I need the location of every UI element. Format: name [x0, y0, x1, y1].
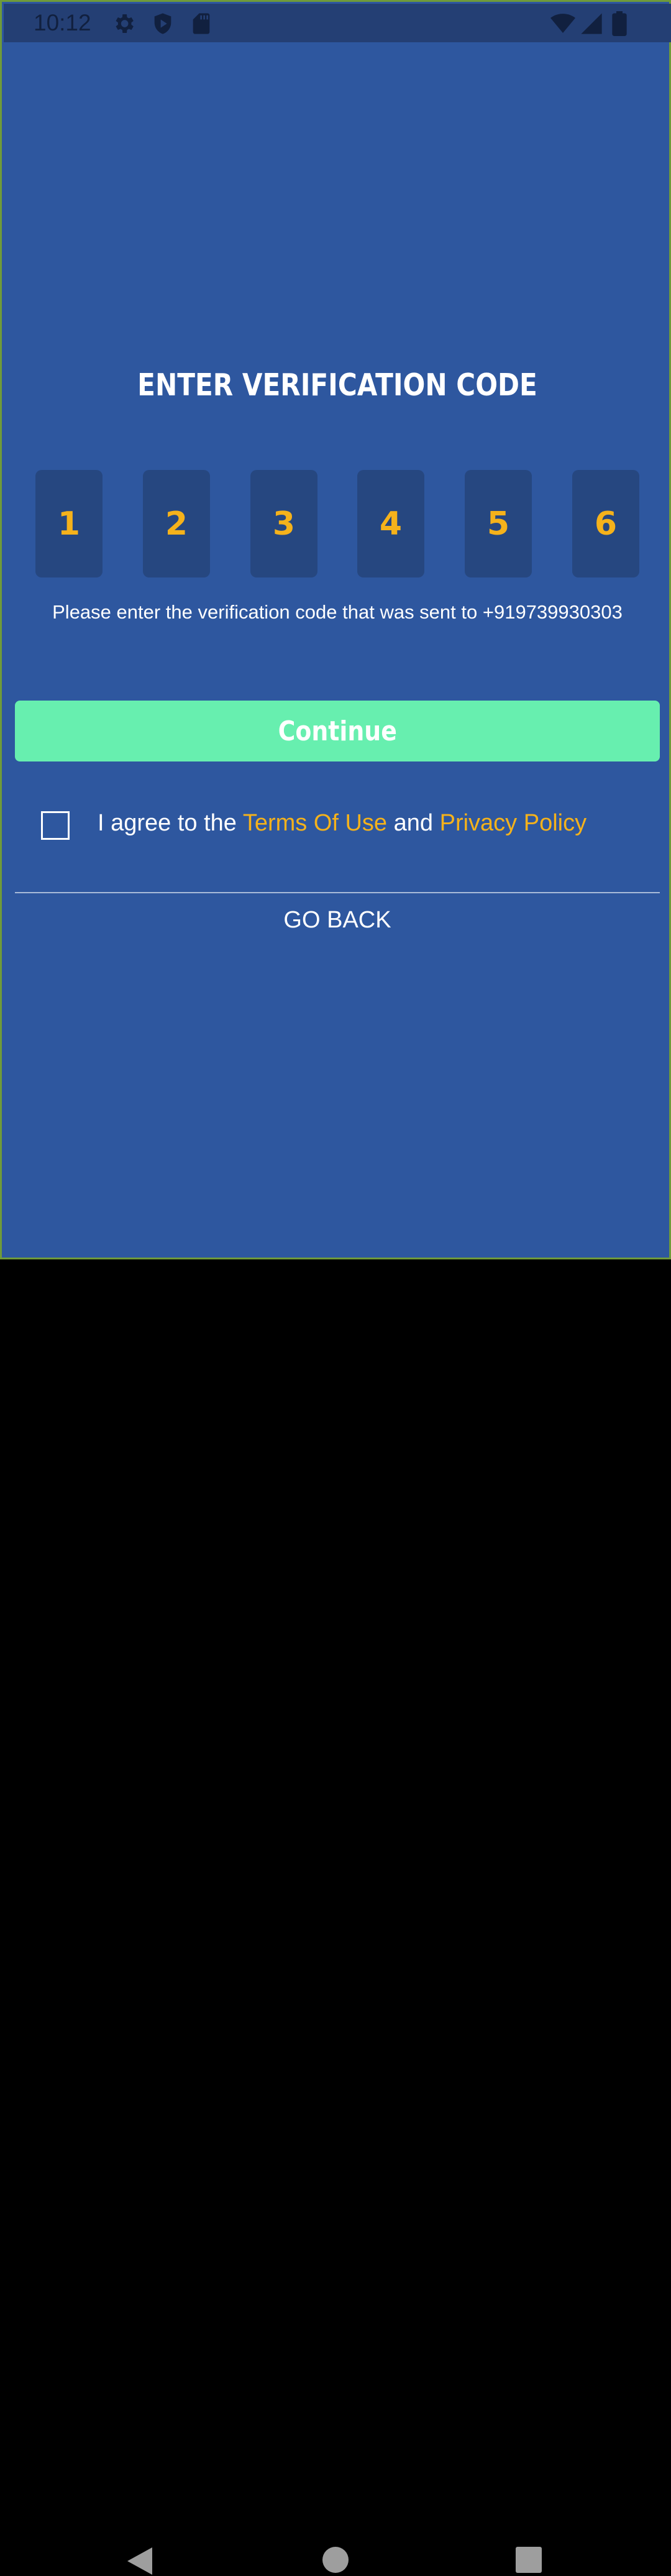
- page-title: ENTER VERIFICATION CODE: [137, 367, 537, 403]
- status-bar: 10:12: [4, 4, 671, 42]
- home-icon[interactable]: [322, 2546, 349, 2574]
- app-screen: 10:12 ENTER VERIFICATION CODE 1 2 3 4 5: [0, 0, 671, 1259]
- continue-button-label: Continue: [278, 715, 397, 747]
- code-digit-box-6[interactable]: 6: [572, 470, 639, 577]
- terms-checkbox[interactable]: [41, 811, 70, 840]
- agree-middle: and: [387, 810, 440, 836]
- divider: [15, 892, 660, 893]
- code-digit-box-1[interactable]: 1: [35, 470, 103, 577]
- code-digit-box-4[interactable]: 4: [357, 470, 424, 577]
- sd-card-icon: [193, 13, 210, 34]
- agree-prefix: I agree to the: [98, 810, 243, 836]
- gear-icon: [116, 14, 134, 33]
- code-digit-box-5[interactable]: 5: [465, 470, 532, 577]
- signal-icon: [581, 13, 602, 34]
- go-back-button[interactable]: GO BACK: [2, 907, 671, 934]
- status-time: 10:12: [34, 10, 91, 35]
- recents-icon[interactable]: [515, 2546, 542, 2574]
- privacy-policy-link[interactable]: Privacy Policy: [440, 810, 587, 836]
- code-digit-box-2[interactable]: 2: [143, 470, 210, 577]
- code-digit-box-3[interactable]: 3: [250, 470, 317, 577]
- wifi-icon: [550, 14, 575, 33]
- terms-agreement-text: I agree to the Terms Of Use and Privacy …: [98, 810, 587, 837]
- battery-icon: [612, 11, 627, 36]
- terms-of-use-link[interactable]: Terms Of Use: [243, 810, 387, 836]
- verification-info-text: Please enter the verification code that …: [52, 601, 623, 623]
- back-icon[interactable]: [126, 2546, 153, 2576]
- shield-play-icon: [154, 13, 171, 34]
- continue-button[interactable]: Continue: [15, 701, 660, 761]
- navigation-bar: [0, 1259, 671, 2575]
